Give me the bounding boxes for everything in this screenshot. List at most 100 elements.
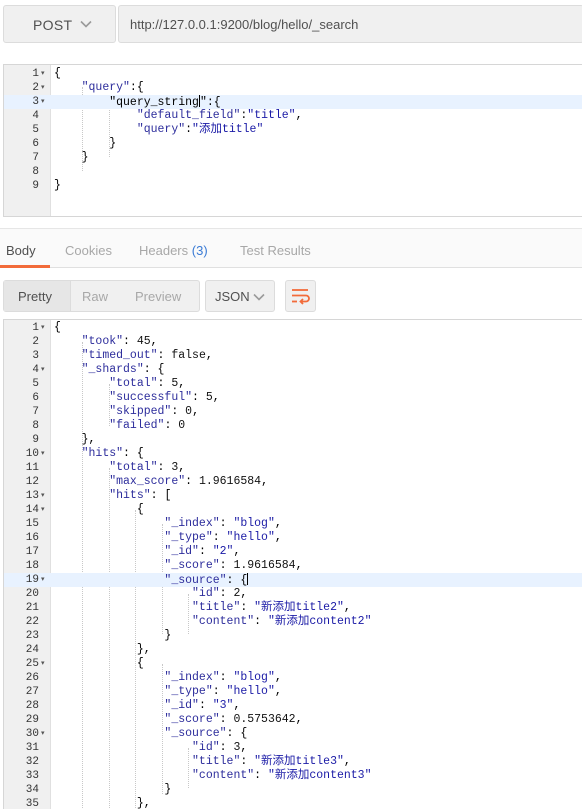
code-line: 8 — [4, 165, 582, 179]
code-line: 7 "skipped": 0, — [4, 405, 582, 419]
chevron-down-icon — [253, 293, 265, 301]
fold-toggle-icon[interactable]: ▾ — [41, 363, 50, 377]
line-number: 7 — [32, 406, 39, 418]
code-line: 1 ▾ { — [4, 321, 582, 335]
code-line: 31 "id": 3, — [4, 741, 582, 755]
code-text: { — [54, 657, 144, 670]
line-number: 9 — [32, 180, 39, 192]
code-text: "successful": 5, — [109, 391, 220, 404]
line-number: 27 — [25, 686, 39, 698]
code-line: 28 "_id": "3", — [4, 699, 582, 713]
line-number: 25 — [25, 658, 39, 670]
code-text: "id": 3, — [192, 741, 248, 754]
line-number: 3 — [32, 350, 39, 362]
line-number: 24 — [25, 644, 39, 656]
line-number: 12 — [25, 476, 39, 488]
method-dropdown[interactable]: POST — [3, 5, 116, 43]
code-text: "_score": 1.9616584, — [164, 559, 303, 572]
fold-toggle-icon[interactable]: ▾ — [41, 657, 50, 671]
fold-toggle-icon[interactable]: ▾ — [41, 447, 50, 461]
code-line: 27 "_type": "hello", — [4, 685, 582, 699]
code-line: 35 }, — [4, 797, 582, 809]
code-text: "content": "新添加content3" — [192, 769, 372, 782]
line-number: 32 — [25, 756, 39, 768]
code-line: 11 "total": 3, — [4, 461, 582, 475]
fold-toggle-icon[interactable]: ▾ — [41, 95, 50, 109]
code-line: 5 "query":"添加title" — [4, 123, 582, 137]
code-line: 17 "_id": "2", — [4, 545, 582, 559]
response-body-viewer[interactable]: 1 ▾{2 "took": 45, 3 "timed_out": false, 4 ▾ … — [3, 319, 582, 809]
line-number: 23 — [25, 630, 39, 642]
code-text: "id": 2, — [192, 587, 248, 600]
line-number: 35 — [25, 798, 39, 809]
tab-body[interactable]: Body — [6, 243, 36, 258]
response-tabs: Body Cookies Headers (3) Test Results — [0, 228, 582, 268]
line-number: 4 — [32, 110, 39, 122]
line-number: 10 — [25, 448, 39, 460]
code-line: 2 "took": 45, — [4, 335, 582, 349]
code-line: 33 "content": "新添加content3" — [4, 769, 582, 783]
code-text: } — [54, 179, 61, 192]
code-text: "skipped": 0, — [109, 405, 199, 418]
code-text: { — [54, 503, 144, 516]
line-number: 19 — [25, 574, 39, 586]
line-number: 3 — [32, 96, 39, 108]
mode-raw[interactable]: Raw — [82, 289, 108, 304]
code-line: 24 }, — [4, 643, 582, 657]
code-text: "_score": 0.5753642, — [164, 713, 303, 726]
url-input[interactable]: http://127.0.0.1:9200/blog/hello/_search — [118, 5, 582, 43]
code-line: 12 "max_score": 1.9616584, — [4, 475, 582, 489]
line-number: 2 — [32, 82, 39, 94]
response-toolbar: Pretty Raw Preview JSON — [0, 268, 582, 318]
fold-toggle-icon[interactable]: ▾ — [41, 503, 50, 517]
text-cursor — [247, 573, 249, 585]
code-line: 34 } — [4, 783, 582, 797]
code-text: "_source": { — [164, 727, 248, 740]
line-number: 8 — [32, 420, 39, 432]
code-line: 15 "_index": "blog", — [4, 517, 582, 531]
method-label: POST — [33, 17, 73, 33]
code-text: "hits": [ — [109, 489, 172, 502]
code-text: "title": "新添加title2", — [192, 601, 351, 614]
fold-toggle-icon[interactable]: ▾ — [41, 321, 50, 335]
code-line: 13 ▾ "hits": [ — [4, 489, 582, 503]
mode-pretty[interactable]: Pretty — [18, 289, 52, 304]
fold-toggle-icon[interactable]: ▾ — [41, 81, 50, 95]
format-label: JSON — [215, 289, 250, 304]
code-text: }, — [54, 433, 96, 446]
fold-toggle-icon[interactable]: ▾ — [41, 489, 50, 503]
line-number: 7 — [32, 152, 39, 164]
url-text: http://127.0.0.1:9200/blog/hello/_search — [130, 17, 359, 32]
code-line: 2 ▾ "query":{ — [4, 81, 582, 95]
fold-toggle-icon[interactable]: ▾ — [41, 67, 50, 81]
request-body-editor[interactable]: 1 ▾{2 ▾ "query":{3 ▾ "query_string":{4 "def… — [3, 64, 582, 217]
line-number: 22 — [25, 616, 39, 628]
line-number: 5 — [32, 124, 39, 136]
code-text: } — [54, 783, 172, 796]
line-number: 30 — [25, 728, 39, 740]
tab-test-results[interactable]: Test Results — [240, 243, 311, 258]
code-line: 4 "default_field":"title", — [4, 109, 582, 123]
tab-headers[interactable]: Headers (3) — [139, 243, 208, 258]
text-cursor — [198, 95, 200, 107]
code-text: "_index": "blog", — [164, 517, 282, 530]
format-dropdown[interactable]: JSON — [205, 280, 275, 312]
mode-preview[interactable]: Preview — [135, 289, 181, 304]
fold-toggle-icon[interactable]: ▾ — [41, 727, 50, 741]
code-text: "failed": 0 — [109, 419, 186, 432]
code-text: { — [54, 321, 61, 334]
code-line: 18 "_score": 1.9616584, — [4, 559, 582, 573]
headers-count-badge: (3) — [191, 243, 208, 258]
line-number: 6 — [32, 138, 39, 150]
code-line: 3 "timed_out": false, — [4, 349, 582, 363]
code-text: "query":{ — [81, 81, 144, 94]
code-line: 9} — [4, 179, 582, 193]
code-line: 8 "failed": 0 — [4, 419, 582, 433]
line-number: 2 — [32, 336, 39, 348]
fold-toggle-icon[interactable]: ▾ — [41, 573, 50, 587]
tab-cookies[interactable]: Cookies — [65, 243, 112, 258]
wrap-lines-button[interactable] — [285, 280, 316, 312]
line-number: 11 — [25, 462, 39, 474]
code-line: 23 } — [4, 629, 582, 643]
code-line: 25 ▾ { — [4, 657, 582, 671]
